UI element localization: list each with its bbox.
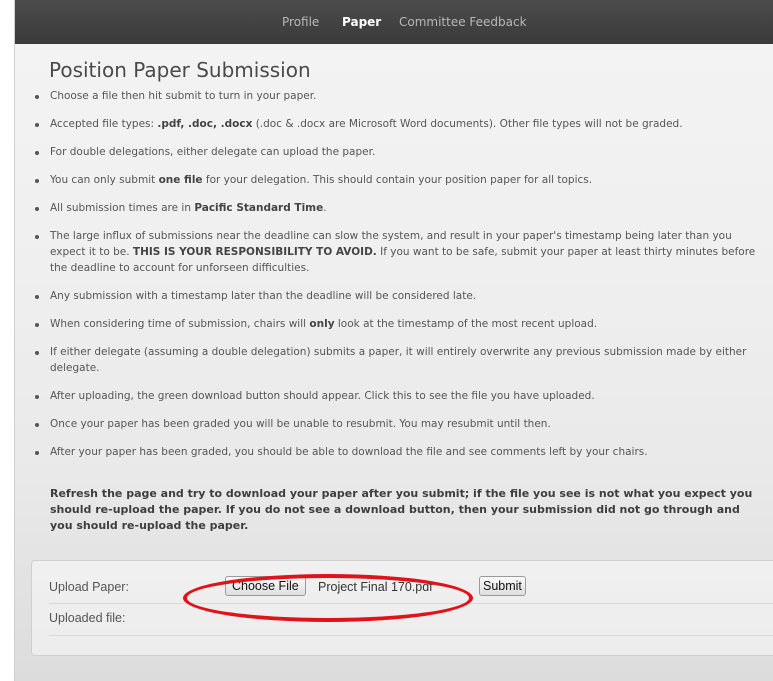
instructions-list: Choose a file then hit submit to turn in… [15,88,760,472]
instruction-emphasis: THIS IS YOUR RESPONSIBILITY TO AVOID. [132,246,377,258]
row-divider [49,603,773,604]
instruction-text: look at the timestamp of the most recent… [334,318,598,330]
instruction-item: You can only submit one file for your de… [15,172,760,188]
instruction-text: for your delegation. This should contain… [202,174,593,186]
choose-file-button[interactable]: Choose File [225,576,306,596]
instruction-emphasis: .pdf, .doc, .docx [157,118,253,130]
instruction-emphasis: only [309,318,335,330]
page-title: Position Paper Submission [49,58,311,82]
instruction-item: When considering time of submission, cha… [15,316,760,332]
refresh-note: Refresh the page and try to download you… [50,487,753,532]
nav-paper[interactable]: Paper [342,15,381,29]
instruction-text: All submission times are in [50,202,195,214]
instruction-item: Once your paper has been graded you will… [15,416,760,432]
nav-committee-feedback[interactable]: Committee Feedback [399,15,527,29]
instruction-emphasis: one file [158,174,203,186]
instruction-text: You can only submit [50,174,159,186]
instruction-item: For double delegations, either delegate … [15,144,760,160]
instruction-item: If either delegate (assuming a double de… [15,344,760,376]
nav-profile[interactable]: Profile [282,15,319,29]
upload-panel: Upload Paper: Choose File Project Final … [31,560,773,656]
submit-button[interactable]: Submit [479,576,526,596]
instruction-emphasis: Pacific Standard Time [194,202,324,214]
main-content: Position Paper Submission Choose a file … [15,44,773,681]
upload-paper-label: Upload Paper: [49,580,129,594]
instruction-item: The large influx of submissions near the… [15,228,760,276]
uploaded-file-label: Uploaded file: [49,611,126,625]
instruction-item: Any submission with a timestamp later th… [15,288,760,304]
instruction-item: Choose a file then hit submit to turn in… [15,88,760,104]
instruction-text: (.doc & .docx are Microsoft Word documen… [252,118,683,130]
instruction-text: Accepted file types: [50,118,158,130]
instruction-item: Accepted file types: .pdf, .doc, .docx (… [15,116,760,132]
instruction-text: Once your paper has been graded you will… [50,418,551,430]
instruction-text: If either delegate (assuming a double de… [50,346,747,374]
top-nav: Profile Paper Committee Feedback [15,0,773,44]
instruction-item: After uploading, the green download butt… [15,388,760,404]
instruction-text: For double delegations, either delegate … [50,146,376,158]
row-divider [49,635,773,636]
selected-file-name: Project Final 170.pdf [318,580,433,594]
instruction-item: After your paper has been graded, you sh… [15,444,760,460]
instruction-text: When considering time of submission, cha… [50,318,310,330]
instruction-text: Any submission with a timestamp later th… [50,290,477,302]
page-frame: Profile Paper Committee Feedback Positio… [14,0,773,681]
instruction-text: . [323,202,327,214]
instruction-item: All submission times are in Pacific Stan… [15,200,760,216]
instruction-text: After your paper has been graded, you sh… [50,446,648,458]
instruction-text: Choose a file then hit submit to turn in… [50,90,317,102]
instruction-text: After uploading, the green download butt… [50,390,595,402]
